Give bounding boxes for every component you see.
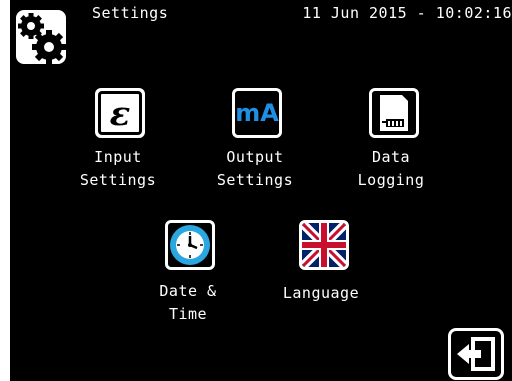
page-title: Settings	[92, 4, 169, 22]
clock-icon	[170, 225, 210, 265]
exit-icon	[457, 337, 495, 371]
date-time-button[interactable]	[165, 220, 215, 270]
date-time-label: Date & Time	[159, 282, 217, 323]
milliamp-icon: mA	[235, 99, 279, 127]
data-logging-button[interactable]	[369, 88, 419, 138]
input-settings-button[interactable]: ε	[95, 88, 145, 138]
input-settings-label: Input Settings	[79, 148, 157, 189]
exit-button[interactable]	[448, 328, 504, 380]
sd-card-icon	[380, 95, 408, 131]
uk-flag-icon	[302, 223, 346, 267]
epsilon-icon: ε	[110, 94, 131, 132]
svg-text:ε: ε	[110, 94, 131, 132]
output-settings-label: Output Settings	[216, 148, 294, 189]
language-label: Language	[282, 284, 360, 302]
header-datetime: 11 Jun 2015 - 10:02:16	[302, 4, 512, 22]
settings-home-button[interactable]	[16, 10, 66, 64]
device-screen: Settings 11 Jun 2015 - 10:02:16 ε Input …	[10, 0, 512, 381]
gears-icon	[18, 13, 66, 64]
language-button[interactable]	[299, 220, 349, 270]
data-logging-label: Data Logging	[357, 148, 425, 189]
output-settings-button[interactable]: mA	[232, 88, 282, 138]
